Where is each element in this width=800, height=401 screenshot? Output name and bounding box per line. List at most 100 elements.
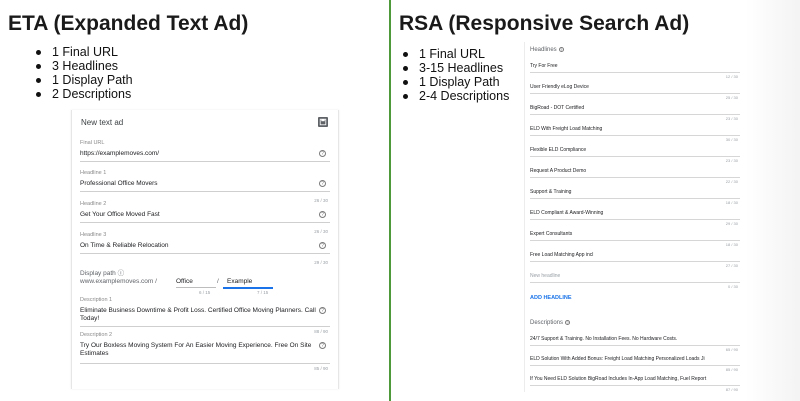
field-underline (530, 365, 740, 366)
headline-text: Try For Free (530, 63, 558, 69)
headline-input[interactable]: Expert Consultants 18 / 30 (530, 231, 740, 247)
form-title: New text ad (81, 118, 124, 127)
headline3-count: 26 / 30 (314, 229, 328, 234)
headline-count: 23 / 30 (725, 116, 738, 121)
field-underline (80, 363, 330, 364)
field-underline (530, 240, 740, 241)
new-text-ad-form: New text ad Final URL https://examplemov… (71, 110, 339, 389)
headline-input[interactable]: ELD Compliant & Award-Winning 29 / 30 (530, 210, 740, 226)
save-icon[interactable] (318, 117, 328, 127)
headline-text: BigRoad - DOT Certified (530, 105, 585, 111)
rsa-form: Headlines? Try For Free 12 / 30 User Fri… (524, 42, 740, 392)
path2-input[interactable]: Example (227, 278, 252, 285)
headline-input[interactable]: Support & Training 18 / 30 (530, 189, 740, 205)
headline2-field[interactable]: 26 / 30 Headline 2 Get Your Office Moved… (80, 198, 330, 223)
description2-value: Try Our Boxless Moving System For An Eas… (80, 342, 312, 357)
field-underline (530, 282, 740, 283)
description-count: 65 / 90 (725, 347, 738, 352)
description2-label: Description 2 (80, 332, 113, 338)
help-icon[interactable]: ? (319, 180, 326, 187)
field-underline (80, 326, 330, 327)
headline1-label: Headline 1 (80, 170, 107, 176)
final-url-label: Final URL (80, 140, 105, 146)
help-icon[interactable]: ? (319, 342, 326, 349)
field-underline (530, 135, 740, 136)
field-underline (80, 191, 330, 192)
rsa-heading: RSA (Responsive Search Ad) (399, 12, 690, 35)
section-divider (389, 0, 391, 401)
eta-heading: ETA (Expanded Text Ad) (8, 12, 249, 35)
headline-input[interactable]: Flexible ELD Compliance 23 / 30 (530, 147, 740, 163)
headline-count: 12 / 30 (725, 74, 738, 79)
headline-input[interactable]: Request A Product Demo 22 / 30 (530, 168, 740, 184)
headline-input[interactable]: Try For Free 12 / 30 (530, 63, 740, 79)
headline2-label: Headline 2 (80, 201, 107, 207)
headline-count: 18 / 30 (725, 200, 738, 205)
field-underline (530, 156, 740, 157)
field-underline (530, 93, 740, 94)
description1-label: Description 1 (80, 297, 113, 303)
display-path-label: Display path ⓘ (80, 270, 125, 277)
description2-count: 85 / 90 (314, 366, 328, 371)
field-underline (80, 161, 330, 162)
headline1-value: Professional Office Movers (80, 180, 158, 187)
headline2-count: 26 / 30 (314, 198, 328, 203)
headline-text: ELD Compliant & Award-Winning (530, 210, 604, 216)
headline-count: 25 / 30 (725, 95, 738, 100)
headline3-value: On Time & Reliable Relocation (80, 242, 169, 249)
new-headline-placeholder: New headline (530, 273, 561, 279)
description-input[interactable]: 24/7 Support & Training. No Installation… (530, 336, 740, 352)
description-input[interactable]: ELD Solution With Added Bonus: Freight L… (530, 356, 740, 372)
slide: ETA (Expanded Text Ad) 1 Final URL 3 Hea… (0, 0, 800, 401)
headline-count: 23 / 30 (725, 158, 738, 163)
field-underline (530, 177, 740, 178)
headline-text: Request A Product Demo (530, 168, 587, 174)
headline3-field[interactable]: 26 / 30 Headline 3 On Time & Reliable Re… (80, 229, 330, 254)
path2-underline (223, 287, 273, 289)
add-headline-button[interactable]: ADD HEADLINE (530, 295, 572, 301)
field-underline (530, 198, 740, 199)
headline2-value: Get Your Office Moved Fast (80, 211, 160, 218)
rsa-bullet: 2-4 Descriptions (401, 89, 509, 103)
headline-input[interactable]: ELD With Freight Load Matching 30 / 30 (530, 126, 740, 142)
help-icon[interactable]: ? (319, 150, 326, 157)
description2-field[interactable]: 88 / 90 Description 2 Try Our Boxless Mo… (80, 329, 330, 371)
help-icon[interactable]: ? (558, 47, 564, 52)
background-shade (745, 0, 800, 401)
field-underline (530, 261, 740, 262)
headline-text: Flexible ELD Compliance (530, 147, 587, 153)
headline-input[interactable]: Free Load Matching App incl 27 / 30 (530, 252, 740, 268)
description1-field[interactable]: Description 1 Eliminate Business Downtim… (80, 297, 330, 327)
headline-text: ELD With Freight Load Matching (530, 126, 603, 132)
field-underline (530, 345, 740, 346)
help-icon[interactable]: ? (319, 242, 326, 249)
headline-count: 27 / 30 (725, 263, 738, 268)
display-path-url: www.examplemoves.com / (80, 278, 157, 285)
description-text: ELD Solution With Added Bonus: Freight L… (530, 356, 705, 362)
field-underline (80, 222, 330, 223)
headline-text: User Friendly eLog Device (530, 84, 589, 90)
help-icon[interactable]: ? (319, 307, 326, 314)
description1-value: Eliminate Business Downtime & Profit Los… (80, 307, 316, 322)
headline-input[interactable]: BigRoad - DOT Certified 23 / 30 (530, 105, 740, 121)
eta-bullet-list: 1 Final URL 3 Headlines 1 Display Path 2… (34, 45, 133, 101)
headline-text: Free Load Matching App incl (530, 252, 594, 258)
new-headline-input[interactable]: New headline 0 / 30 (530, 273, 740, 289)
help-icon[interactable]: ? (319, 211, 326, 218)
headline3-label: Headline 3 (80, 232, 107, 238)
headline-count: 0 / 30 (727, 284, 738, 289)
final-url-field[interactable]: Final URL https://examplemoves.com/ ? (80, 140, 330, 162)
help-icon[interactable]: ? (565, 320, 571, 325)
description-input[interactable]: If You Need ELD Solution BigRoad Include… (530, 376, 740, 392)
descriptions-header: Descriptions? (530, 320, 571, 326)
headline-count: 30 / 30 (725, 137, 738, 142)
rsa-bullet: 1 Final URL (401, 47, 509, 61)
path1-count: 6 / 15 (199, 290, 211, 295)
path1-input[interactable]: Office (176, 278, 193, 285)
rsa-bullet: 1 Display Path (401, 75, 509, 89)
headline-input[interactable]: User Friendly eLog Device 25 / 30 (530, 84, 740, 100)
path-separator: / (217, 278, 219, 285)
path1-underline (176, 287, 216, 288)
rsa-bullet: 3-15 Headlines (401, 61, 509, 75)
headline1-field[interactable]: Headline 1 Professional Office Movers ? (80, 170, 330, 192)
